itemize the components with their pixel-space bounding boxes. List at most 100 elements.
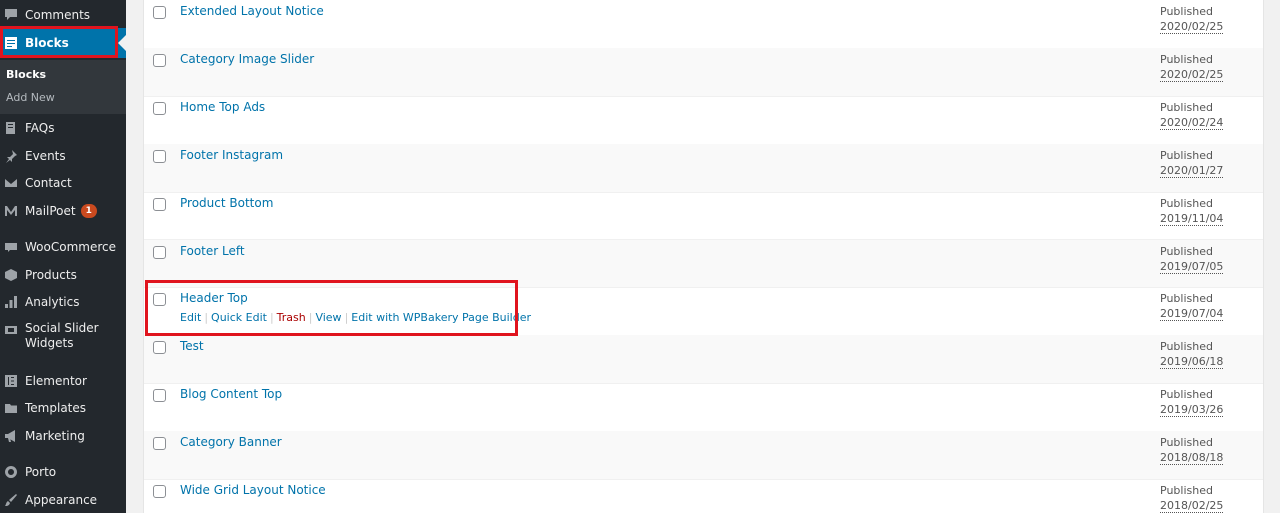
row-title-link[interactable]: Footer Left — [180, 244, 245, 258]
sidebar-item-label: Porto — [25, 465, 57, 479]
social-slider-icon — [4, 323, 18, 337]
faqs-icon — [4, 121, 18, 135]
row-date: 2020/01/27 — [1160, 163, 1224, 178]
row-date: 2020/02/25 — [1160, 67, 1224, 82]
row-status: Published — [1160, 5, 1213, 18]
megaphone-icon — [4, 429, 18, 443]
brush-icon — [4, 493, 18, 507]
row-checkbox[interactable] — [153, 197, 166, 211]
analytics-icon — [4, 295, 18, 309]
submenu-item-blocks[interactable]: Blocks — [6, 68, 46, 81]
sidebar-item-label: Templates — [25, 401, 87, 415]
submenu-item-add-new[interactable]: Add New — [6, 91, 55, 104]
row-title-link[interactable]: Footer Instagram — [180, 148, 283, 162]
row-status: Published — [1160, 244, 1213, 258]
sidebar-item-label: Analytics — [25, 295, 80, 309]
row-status: Published — [1160, 100, 1213, 114]
row-date: 2019/03/26 — [1160, 403, 1224, 418]
porto-icon — [4, 465, 18, 479]
row-date: 2019/07/05 — [1160, 259, 1224, 274]
row-checkbox[interactable] — [153, 53, 166, 67]
sidebar-item-templates[interactable]: Templates — [0, 398, 126, 418]
row-title-link[interactable]: Extended Layout Notice — [180, 4, 324, 18]
sidebar-item-analytics[interactable]: Analytics — [0, 292, 126, 312]
row-date: 2019/11/04 — [1160, 211, 1224, 226]
row-date: 2018/02/25 — [1160, 499, 1224, 513]
row-status: Published — [1160, 52, 1213, 66]
comments-icon — [4, 8, 18, 22]
elementor-icon — [4, 374, 18, 388]
table-row: Wide Grid Layout Notice Published 2018/0… — [144, 479, 1263, 513]
blocks-list-table: Extended Layout Notice Published 2020/02… — [143, 0, 1264, 513]
sidebar-item-social-slider-widgets[interactable]: Social Slider Widgets — [0, 321, 126, 353]
row-checkbox[interactable] — [153, 101, 166, 115]
row-status: Published — [1160, 388, 1213, 402]
row-status: Published — [1160, 436, 1213, 450]
sidebar-item-label-line2: Widgets — [25, 336, 74, 350]
row-date: 2019/07/04 — [1160, 307, 1224, 322]
table-row: Test Published 2019/06/18 — [144, 335, 1263, 385]
sidebar-item-events[interactable]: Events — [0, 146, 126, 166]
sidebar-item-contact[interactable]: Contact — [0, 173, 126, 193]
row-title-link[interactable]: Wide Grid Layout Notice — [180, 483, 326, 497]
table-row: Home Top Ads Published 2020/02/24 — [144, 96, 1263, 145]
sidebar-item-products[interactable]: Products — [0, 265, 126, 285]
row-title-link[interactable]: Category Image Slider — [180, 52, 314, 66]
row-title-link[interactable]: Category Banner — [180, 435, 282, 449]
row-date: 2020/02/25 — [1160, 20, 1224, 34]
row-date: 2019/06/18 — [1160, 355, 1224, 370]
woocommerce-icon — [4, 240, 18, 254]
blocks-submenu: Blocks Add New — [0, 60, 126, 114]
row-checkbox[interactable] — [153, 485, 166, 498]
sidebar-item-woocommerce[interactable]: WooCommerce — [0, 237, 126, 257]
row-status: Published — [1160, 484, 1213, 497]
sidebar-item-label: Events — [25, 149, 66, 163]
row-checkbox[interactable] — [153, 245, 166, 259]
sidebar-item-label: Appearance — [25, 493, 98, 507]
table-row: Category Banner Published 2018/08/18 — [144, 431, 1263, 480]
sidebar-item-label: Products — [25, 268, 77, 282]
sidebar-item-label: WooCommerce — [25, 240, 116, 254]
row-checkbox[interactable] — [153, 149, 166, 163]
sidebar-item-label: Elementor — [25, 374, 87, 388]
sidebar-item-label-line1: Social Slider — [25, 321, 99, 335]
table-row: Extended Layout Notice Published 2020/02… — [144, 0, 1263, 49]
folder-icon — [4, 401, 18, 415]
pin-icon — [4, 149, 18, 163]
sidebar-item-porto[interactable]: Porto — [0, 462, 126, 482]
row-checkbox[interactable] — [153, 389, 166, 403]
row-title-link[interactable]: Blog Content Top — [180, 387, 282, 401]
row-checkbox[interactable] — [153, 437, 166, 451]
sidebar-item-faqs[interactable]: FAQs — [0, 118, 126, 138]
row-date: 2020/02/24 — [1160, 115, 1224, 130]
sidebar-item-appearance[interactable]: Appearance — [0, 490, 126, 510]
mailpoet-icon — [4, 204, 18, 218]
highlight-box-sidebar — [0, 26, 118, 58]
sidebar-item-mailpoet[interactable]: MailPoet 1 — [0, 201, 126, 221]
table-row: Blog Content Top Published 2019/03/26 — [144, 383, 1263, 433]
row-date: 2018/08/18 — [1160, 451, 1224, 466]
row-title-link[interactable]: Home Top Ads — [180, 100, 265, 114]
sidebar-item-comments[interactable]: Comments — [0, 4, 126, 26]
sidebar-item-marketing[interactable]: Marketing — [0, 426, 126, 446]
row-status: Published — [1160, 196, 1213, 210]
row-checkbox[interactable] — [153, 341, 166, 355]
sidebar-item-label: MailPoet — [25, 204, 76, 218]
row-status: Published — [1160, 292, 1213, 306]
sidebar-item-label: Comments — [25, 8, 91, 22]
row-title-link[interactable]: Test — [180, 339, 204, 353]
sidebar-item-label: Social Slider Widgets — [25, 321, 99, 351]
update-count-badge: 1 — [80, 204, 97, 218]
sidebar-item-label: Contact — [25, 176, 72, 190]
table-row: Product Bottom Published 2019/11/04 — [144, 192, 1263, 241]
sidebar-item-elementor[interactable]: Elementor — [0, 371, 126, 391]
sidebar-item-label: Marketing — [25, 429, 85, 443]
table-row: Footer Instagram Published 2020/01/27 — [144, 143, 1263, 193]
row-status: Published — [1160, 148, 1213, 162]
products-icon — [4, 268, 18, 282]
row-title-link[interactable]: Product Bottom — [180, 196, 273, 210]
sidebar-item-label: FAQs — [25, 121, 55, 135]
admin-sidebar: Comments Blocks Blocks Add New FAQs Even… — [0, 0, 126, 513]
highlight-box-header-top-row — [145, 280, 518, 336]
row-checkbox[interactable] — [153, 6, 166, 19]
